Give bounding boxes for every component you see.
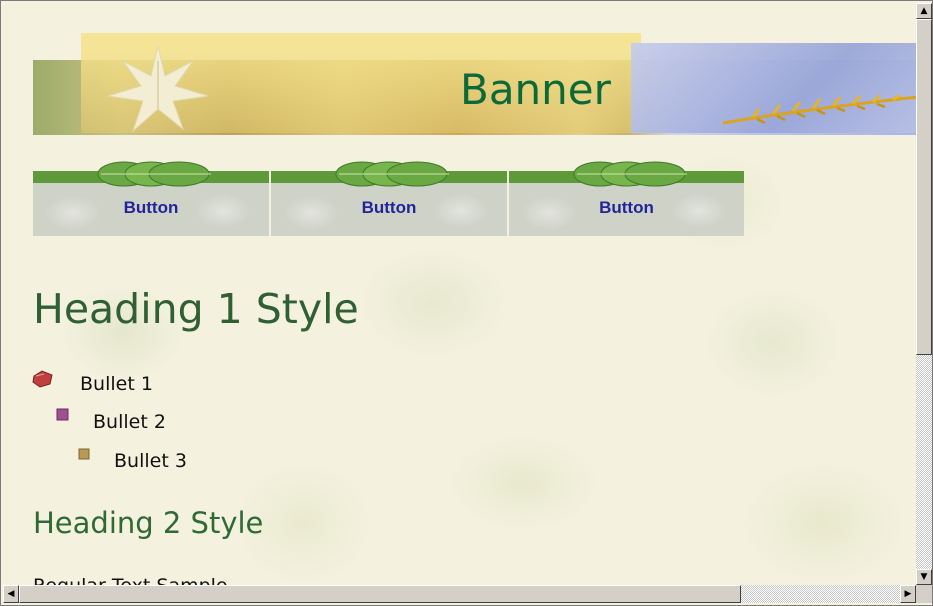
bullet-item-3: Bullet 3	[114, 450, 187, 472]
heading-1: Heading 1 Style	[33, 285, 359, 333]
bullet-item-2: Bullet 2	[93, 411, 166, 433]
bullet-tan-icon	[78, 448, 90, 460]
scrollbar-corner	[916, 585, 932, 603]
leaf-cluster-icon	[573, 161, 687, 187]
nav-button-2[interactable]: Button	[271, 160, 507, 236]
nav-button-label: Button	[123, 198, 179, 217]
scroll-down-button[interactable]: ▼	[916, 569, 932, 585]
banner: Banner	[33, 33, 916, 136]
bullet-item-1: Bullet 1	[80, 373, 153, 395]
arrow-up-icon: ▲	[920, 5, 928, 16]
page-preview: Banner Button Button Button Heading 1 St…	[3, 3, 916, 585]
scroll-left-button[interactable]: ◀	[3, 585, 19, 603]
nav-button-label: Button	[599, 198, 654, 217]
horizontal-scrollbar[interactable]: ◀ ▶	[3, 585, 916, 603]
arrow-left-icon: ◀	[7, 588, 15, 599]
arrow-down-icon: ▼	[920, 571, 928, 582]
bullet-purple-icon	[56, 408, 69, 421]
preview-window: Banner Button Button Button Heading 1 St…	[0, 0, 933, 606]
vertical-scrollbar[interactable]: ▲ ▼	[916, 3, 932, 585]
scroll-up-button[interactable]: ▲	[916, 3, 932, 19]
leaf-icon	[107, 45, 209, 133]
horizontal-scroll-thumb[interactable]	[19, 585, 741, 603]
vertical-scroll-thumb[interactable]	[916, 19, 932, 355]
leaf-cluster-icon	[97, 161, 211, 187]
scroll-right-button[interactable]: ▶	[900, 585, 916, 603]
leaf-cluster-icon	[335, 161, 449, 187]
nav-button-label: Button	[361, 198, 417, 217]
wheat-icon	[723, 95, 916, 125]
bullet-red-icon	[32, 370, 53, 388]
arrow-right-icon: ▶	[904, 588, 912, 599]
nav-button-1[interactable]: Button	[33, 160, 269, 236]
heading-2: Heading 2 Style	[33, 506, 264, 540]
body-text: Regular Text Sample	[33, 575, 228, 585]
nav-bar: Button Button Button	[33, 160, 744, 236]
nav-button-3[interactable]: Button	[509, 160, 744, 236]
banner-title: Banner	[460, 65, 611, 114]
